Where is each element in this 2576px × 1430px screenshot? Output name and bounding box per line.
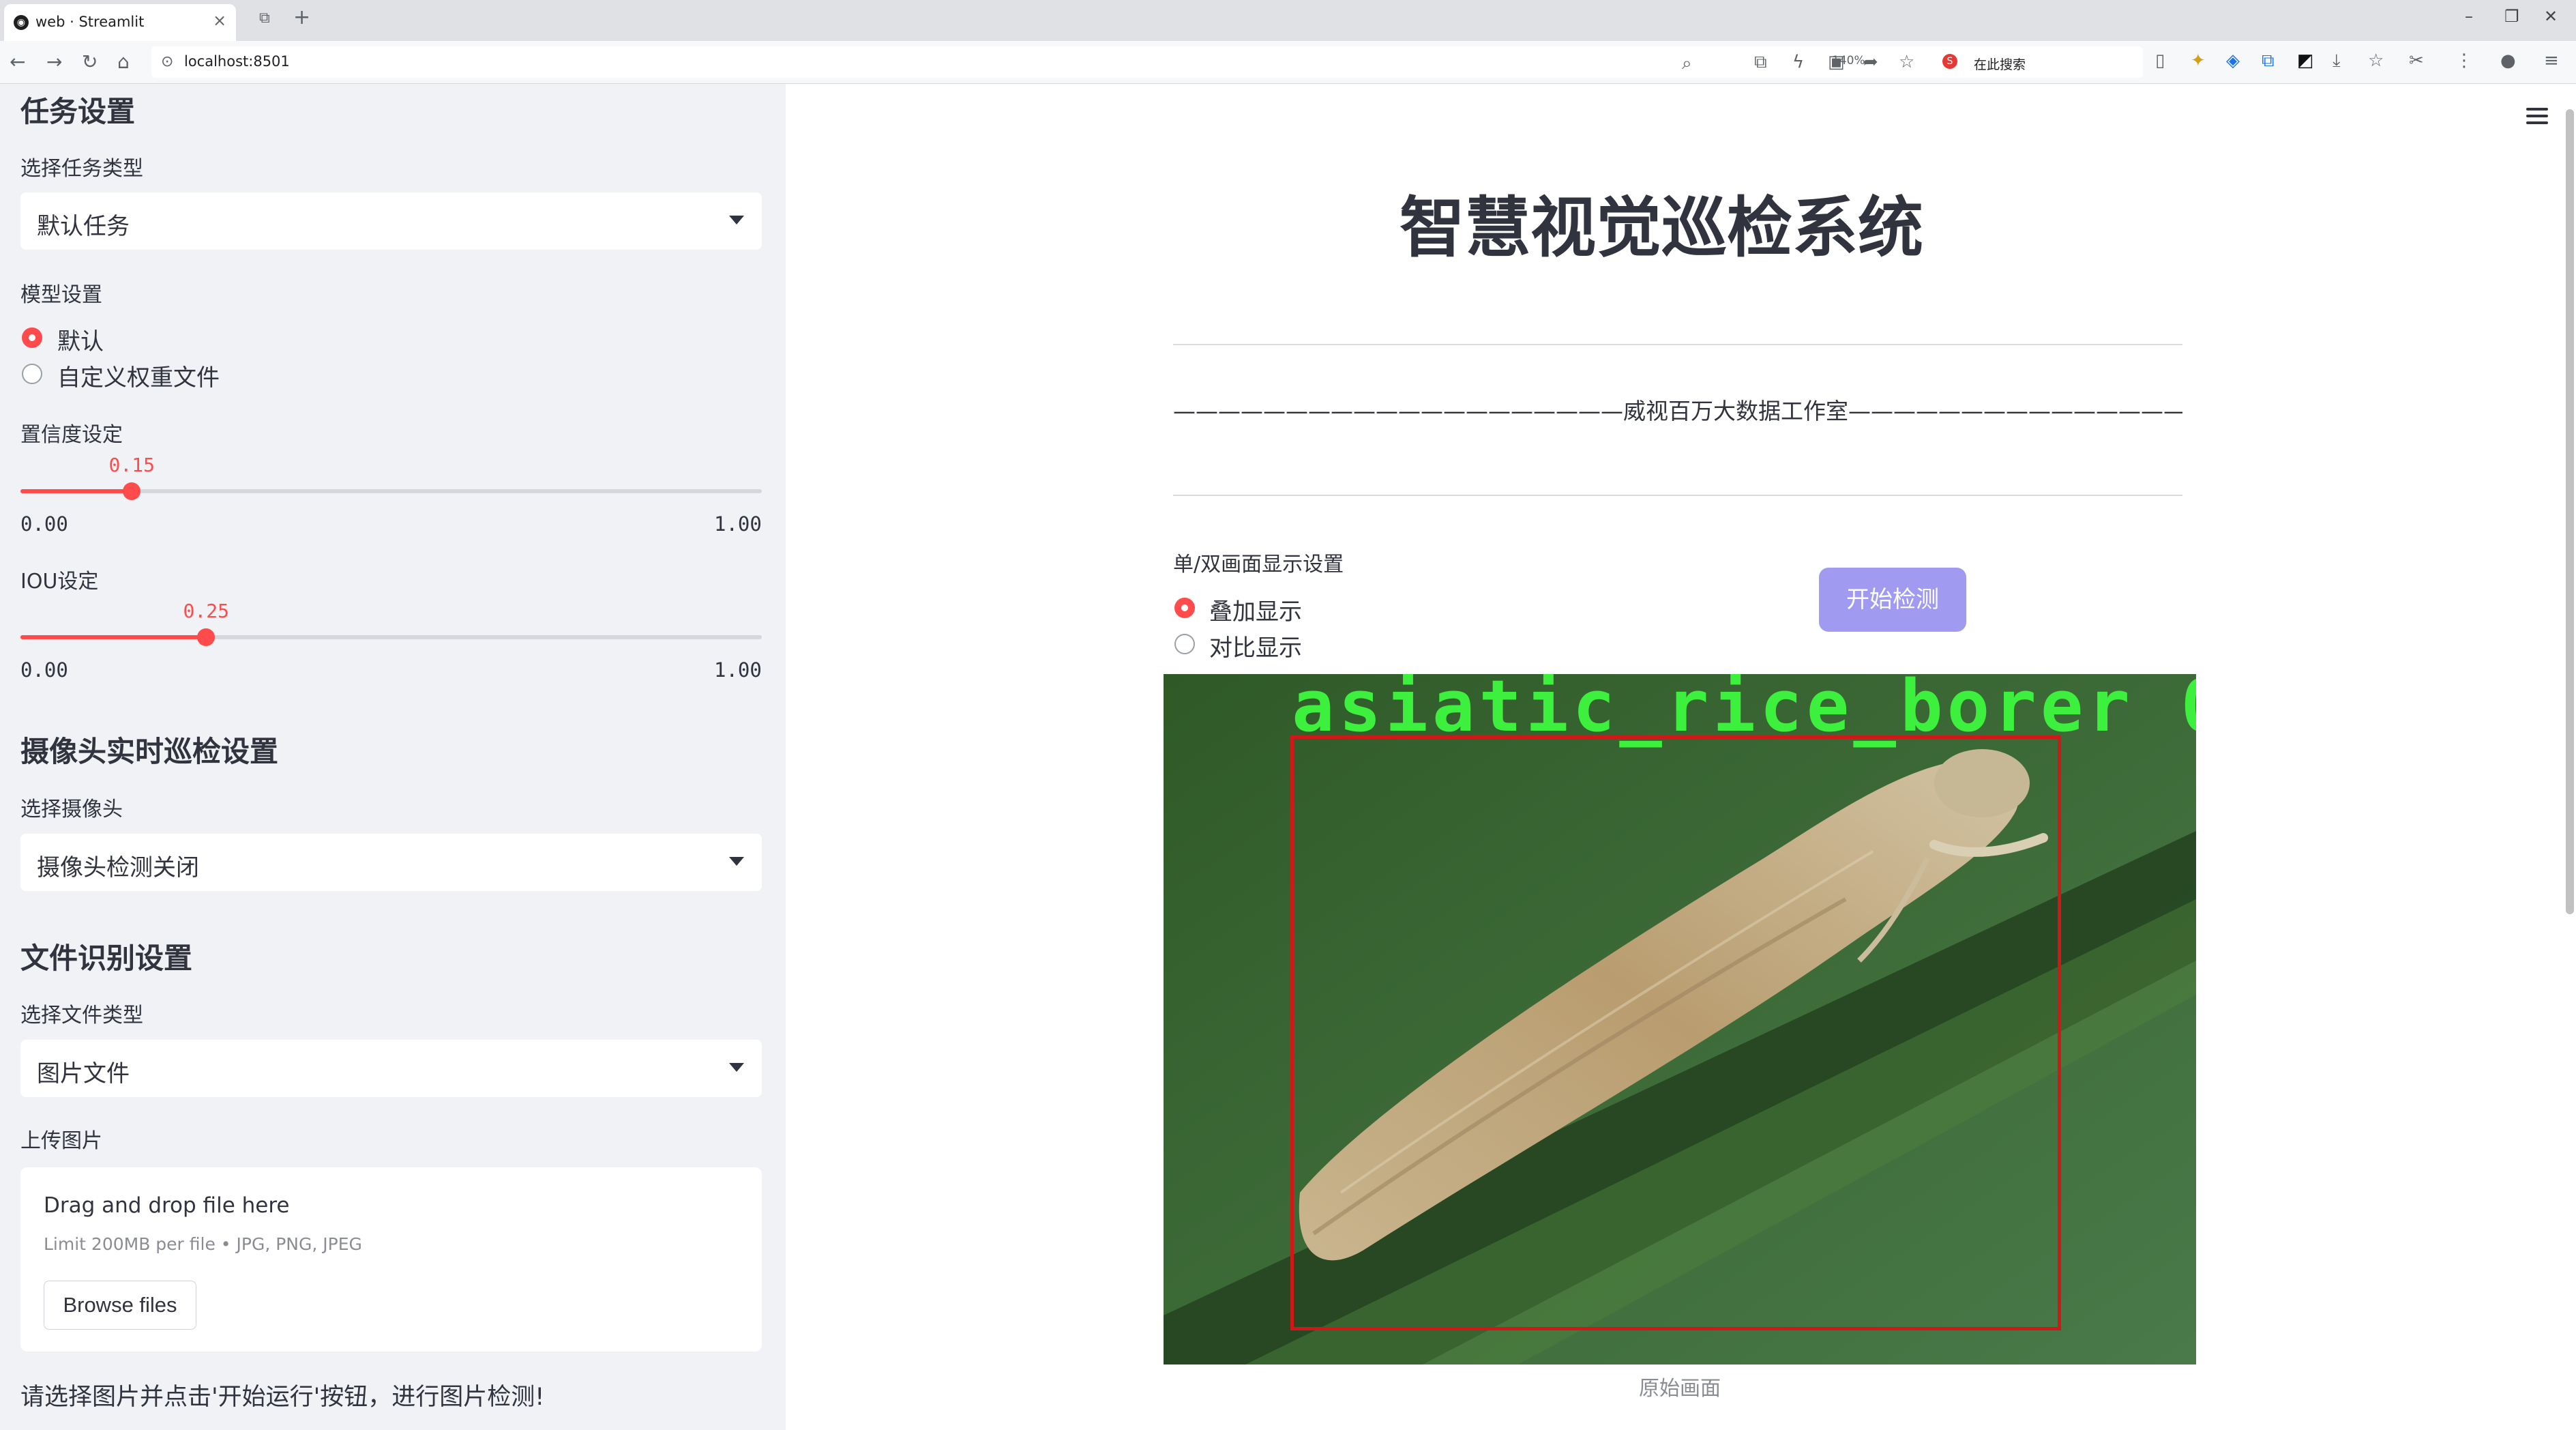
file-settings-heading: 文件识别设置 [20,942,193,975]
window-close-icon[interactable]: ✕ [2544,7,2558,26]
download-icon[interactable]: ⤓ [2333,50,2341,72]
tab-group-icon[interactable]: ⧉ [259,10,270,27]
display-option-overlay[interactable]: 叠加显示 [1209,593,1302,626]
confidence-value: 0.15 [108,454,155,476]
iou-slider-fill [20,635,206,639]
display-mode-label: 单/双画面显示设置 [1173,553,1344,577]
phone-icon[interactable]: ▯ [2155,50,2165,71]
file-type-label: 选择文件类型 [20,1004,143,1027]
divider [1173,495,2182,496]
extension-3-icon[interactable]: ⧉ [2262,50,2275,72]
extension-2-icon[interactable]: ◈ [2226,50,2240,71]
chevron-down-icon [729,216,744,224]
instruction-text: 请选择图片并点击'开始运行'按钮，进行图片检测! [20,1384,545,1411]
reader-icon[interactable]: ▣ [1828,52,1845,72]
tab-close-icon[interactable]: × [213,11,226,30]
confidence-slider-thumb[interactable] [123,482,140,500]
translate-icon[interactable]: ⧉ [1754,52,1767,73]
model-radio-custom[interactable] [22,364,42,384]
new-tab-icon[interactable]: + [293,5,310,29]
camera-select-value: 摄像头检测关闭 [37,854,199,881]
site-info-icon[interactable]: ⊙ [161,53,173,70]
task-settings-heading: 任务设置 [20,95,136,128]
zoom-icon[interactable]: ⌕ [1682,53,1692,74]
extension-4-icon[interactable]: ◩ [2297,50,2314,71]
browse-files-button[interactable]: Browse files [44,1281,196,1330]
chevron-down-icon [729,1063,744,1072]
flash-icon[interactable]: ϟ [1792,52,1804,72]
camera-select-label: 选择摄像头 [20,798,123,821]
confidence-slider[interactable] [20,482,762,500]
model-option-custom[interactable]: 自定义权重文件 [57,359,220,392]
search-engine-icon: S [1942,54,1957,69]
file-type-select[interactable]: 图片文件 [20,1040,762,1097]
model-settings-label: 模型设置 [20,283,102,307]
model-radio-default[interactable] [22,327,42,348]
iou-slider-thumb[interactable] [197,628,215,646]
upload-label: 上传图片 [20,1129,102,1153]
image-caption: 原始画面 [1639,1377,1721,1401]
iou-max: 1.00 [714,658,762,682]
detection-image: asiatic_rice_borer 0 [1164,674,2196,1365]
address-bar[interactable]: ⊙ localhost:8501 ⌕ 140% ⧉ ϟ ▣ ➦ ☆ [151,46,2143,78]
iou-label: IOU设定 [20,570,99,594]
extension-icon[interactable]: ✦ [2191,50,2206,71]
display-radio-compare[interactable] [1174,634,1195,654]
task-type-value: 默认任务 [37,213,130,240]
search-placeholder: 在此搜索 [1974,57,2026,72]
task-type-select[interactable]: 默认任务 [20,192,762,250]
confidence-max: 1.00 [714,512,762,536]
dropzone-limit: Limit 200MB per file • JPG, PNG, JPEG [44,1234,362,1254]
confidence-slider-fill [20,489,132,493]
restore-icon[interactable]: ❐ [2504,7,2519,26]
divider [1173,344,2182,345]
search-box[interactable]: S 在此搜索 [1937,46,2142,78]
display-option-compare[interactable]: 对比显示 [1209,629,1302,662]
start-detection-button[interactable]: 开始检测 [1819,568,1966,632]
camera-settings-heading: 摄像头实时巡检设置 [20,735,279,768]
confidence-label: 置信度设定 [20,423,123,447]
model-option-default[interactable]: 默认 [57,323,104,356]
iou-slider[interactable] [20,628,762,646]
task-type-label: 选择任务类型 [20,157,143,181]
browser-tab[interactable]: ◉ web · Streamlit × [4,4,236,41]
display-radio-overlay[interactable] [1174,598,1195,618]
detection-bounding-box [1290,735,2061,1330]
confidence-min: 0.00 [20,512,68,536]
home-icon[interactable]: ⌂ [117,50,130,73]
share-icon[interactable]: ➦ [1863,52,1878,72]
streamlit-favicon-icon: ◉ [14,15,29,30]
iou-min: 0.00 [20,658,68,682]
menu-icon[interactable]: ≡ [2544,50,2559,71]
sidebar: 任务设置 选择任务类型 默认任务 模型设置 默认 自定义权重文件 置信度设定 0… [0,84,786,1430]
iou-value: 0.25 [183,600,229,622]
screenshot-icon[interactable]: ✂ [2409,50,2424,71]
browser-tab-bar: ◉ web · Streamlit × ⧉ + – ❐ ✕ [0,0,2576,41]
minimize-icon[interactable]: – [2465,7,2473,26]
tab-title: web · Streamlit [35,14,145,30]
bookmark-star-icon[interactable]: ☆ [1899,52,1914,72]
chevron-down-icon [729,857,744,866]
forward-icon[interactable]: → [46,50,62,73]
page-title: 智慧视觉巡检系统 [1400,190,1923,266]
studio-banner: ————————————————————威视百万大数据工作室——————————… [1173,398,2182,424]
page-scrollbar[interactable] [2566,109,2574,914]
browser-nav-bar: ← → ↻ ⌂ ⊙ localhost:8501 ⌕ 140% ⧉ ϟ ▣ ➦ … [0,41,2576,84]
back-icon[interactable]: ← [10,50,25,73]
camera-select[interactable]: 摄像头检测关闭 [20,834,762,891]
profile-avatar[interactable]: ● [2500,50,2516,71]
favorites-icon[interactable]: ☆ [2368,50,2384,71]
dropzone-title: Drag and drop file here [44,1193,290,1218]
main-menu-icon[interactable] [2526,108,2548,124]
file-type-value: 图片文件 [37,1060,130,1088]
url-text: localhost:8501 [184,53,290,70]
reload-icon[interactable]: ↻ [82,50,98,73]
more-vertical-icon[interactable]: ⋮ [2455,50,2473,71]
file-uploader-dropzone[interactable]: Drag and drop file here Limit 200MB per … [20,1167,762,1352]
